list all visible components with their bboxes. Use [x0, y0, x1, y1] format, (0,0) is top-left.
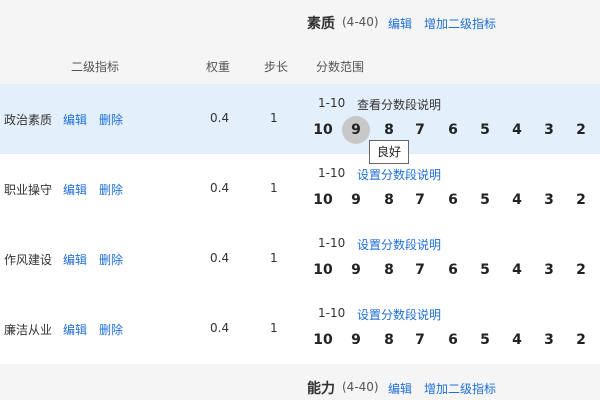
score-option[interactable]: 3 — [535, 326, 563, 354]
score-option[interactable]: 9 — [342, 256, 370, 284]
score-description-link[interactable]: 查看分数段说明 — [357, 96, 441, 113]
score-option[interactable]: 7 — [406, 186, 434, 214]
delete-link[interactable]: 删除 — [99, 251, 123, 268]
score-option[interactable]: 8 — [375, 256, 403, 284]
score-option[interactable]: 4 — [503, 256, 531, 284]
sub-indicator-name: 廉洁从业 — [4, 323, 53, 337]
edit-link[interactable]: 编辑 — [63, 181, 87, 198]
score-option[interactable]: 7 — [406, 256, 434, 284]
column-header: 二级指标 权重 步长 分数范围 — [0, 44, 600, 84]
table-row: 职业操守 编辑 删除 0.4 1 1-10 设置分数段说明 10 9 8 7 6 5 4 3 2 — [0, 154, 600, 224]
score-option[interactable]: 7 — [406, 116, 434, 144]
score-tooltip: 良好 — [369, 140, 409, 164]
score-option[interactable]: 2 — [567, 116, 595, 144]
score-option[interactable]: 2 — [567, 256, 595, 284]
section-edit-link[interactable]: 编辑 — [388, 380, 412, 397]
score-option[interactable]: 3 — [535, 186, 563, 214]
score-options: 10 9 8 7 6 5 4 3 2 — [309, 326, 599, 354]
section-score-range: (4-40) — [342, 15, 379, 29]
score-option[interactable]: 8 — [375, 326, 403, 354]
score-option[interactable]: 8 — [375, 186, 403, 214]
weight-value: 0.4 — [210, 181, 230, 195]
score-option[interactable]: 9 — [342, 116, 370, 144]
score-description-link[interactable]: 设置分数段说明 — [357, 306, 441, 323]
sub-indicator-name: 政治素质 — [4, 113, 53, 127]
score-option[interactable]: 4 — [503, 186, 531, 214]
score-option[interactable]: 9 — [342, 326, 370, 354]
section-title: 素质 — [307, 16, 335, 32]
score-option[interactable]: 10 — [309, 186, 337, 214]
sub-indicator-name: 作风建设 — [4, 253, 53, 267]
score-option[interactable]: 2 — [567, 326, 595, 354]
score-option[interactable]: 3 — [535, 116, 563, 144]
edit-link[interactable]: 编辑 — [63, 321, 87, 338]
weight-value: 0.4 — [210, 321, 230, 335]
step-value: 1 — [270, 321, 278, 335]
sub-indicator-name: 职业操守 — [4, 183, 53, 197]
score-option[interactable]: 3 — [535, 256, 563, 284]
score-options: 10 9 8 7 6 5 4 3 2 — [309, 116, 599, 144]
section-edit-link[interactable]: 编辑 — [388, 15, 412, 32]
score-option[interactable]: 5 — [471, 256, 499, 284]
add-sub-indicator-link[interactable]: 增加二级指标 — [424, 15, 496, 32]
section-header-ability: 能力 (4-40) 编辑 增加二级指标 — [0, 364, 600, 400]
delete-link[interactable]: 删除 — [99, 181, 123, 198]
score-options: 10 9 8 7 6 5 4 3 2 — [309, 186, 599, 214]
edit-link[interactable]: 编辑 — [63, 251, 87, 268]
score-option[interactable]: 9 — [342, 186, 370, 214]
table-row: 政治素质 编辑 删除 0.4 1 1-10 查看分数段说明 10 9 8 7 6 5 4 3 2 — [0, 84, 600, 154]
column-step: 步长 — [264, 60, 289, 74]
weight-value: 0.4 — [210, 111, 230, 125]
score-range-value: 1-10 — [318, 96, 346, 110]
score-option[interactable]: 6 — [439, 116, 467, 144]
score-option[interactable]: 4 — [503, 116, 531, 144]
section-header-quality: 素质 (4-40) 编辑 增加二级指标 — [0, 0, 600, 44]
edit-link[interactable]: 编辑 — [63, 111, 87, 128]
delete-link[interactable]: 删除 — [99, 111, 123, 128]
score-option[interactable]: 10 — [309, 256, 337, 284]
section-title: 能力 — [307, 381, 335, 397]
score-option[interactable]: 4 — [503, 326, 531, 354]
table-row: 作风建设 编辑 删除 0.4 1 1-10 设置分数段说明 10 9 8 7 6 5 4 3 2 — [0, 224, 600, 294]
score-option[interactable]: 10 — [309, 116, 337, 144]
section-score-range: (4-40) — [342, 380, 379, 394]
step-value: 1 — [270, 181, 278, 195]
score-description-link[interactable]: 设置分数段说明 — [357, 166, 441, 183]
score-option[interactable]: 7 — [406, 326, 434, 354]
add-sub-indicator-link[interactable]: 增加二级指标 — [424, 380, 496, 397]
score-option[interactable]: 5 — [471, 186, 499, 214]
score-range-value: 1-10 — [318, 306, 346, 320]
score-option[interactable]: 2 — [567, 186, 595, 214]
table-row: 廉洁从业 编辑 删除 0.4 1 1-10 设置分数段说明 10 9 8 7 6 5 4 3 2 — [0, 294, 600, 364]
score-option[interactable]: 6 — [439, 326, 467, 354]
step-value: 1 — [270, 251, 278, 265]
score-option[interactable]: 5 — [471, 116, 499, 144]
column-score-range: 分数范围 — [316, 60, 365, 74]
score-range-value: 1-10 — [318, 236, 346, 250]
step-value: 1 — [270, 111, 278, 125]
score-option[interactable]: 6 — [439, 186, 467, 214]
score-description-link[interactable]: 设置分数段说明 — [357, 236, 441, 253]
score-option[interactable]: 5 — [471, 326, 499, 354]
weight-value: 0.4 — [210, 251, 230, 265]
score-option[interactable]: 6 — [439, 256, 467, 284]
column-weight: 权重 — [206, 60, 231, 74]
score-range-value: 1-10 — [318, 166, 346, 180]
column-sub-indicator: 二级指标 — [71, 60, 120, 74]
delete-link[interactable]: 删除 — [99, 321, 123, 338]
score-options: 10 9 8 7 6 5 4 3 2 — [309, 256, 599, 284]
score-option[interactable]: 10 — [309, 326, 337, 354]
